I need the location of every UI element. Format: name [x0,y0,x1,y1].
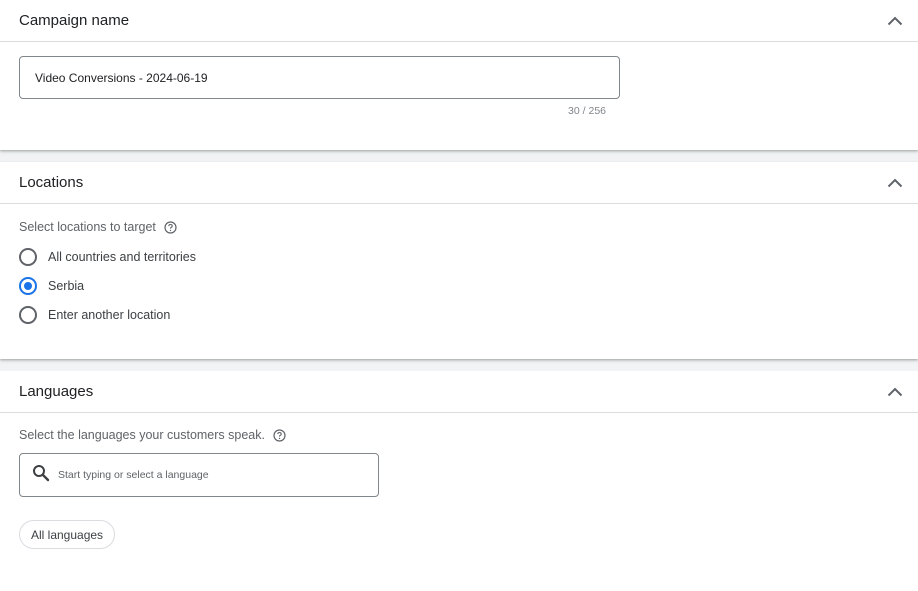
radio-label: Enter another location [48,307,171,322]
languages-header[interactable]: Languages [0,371,918,413]
section-title: Languages [19,383,94,400]
all-languages-chip[interactable]: All languages [19,520,116,549]
locations-section: Locations Select locations to target All… [0,162,918,359]
language-search-input[interactable] [58,469,358,481]
search-icon [32,464,50,487]
location-radio-group: All countries and territories Serbia Ent… [19,242,899,329]
language-search-field[interactable] [19,453,379,497]
radio-button-unchecked[interactable] [19,305,37,324]
languages-subtitle: Select the languages your customers spea… [19,428,899,442]
languages-section: Languages Select the languages your cust… [0,371,918,549]
chevron-up-icon[interactable] [883,171,907,195]
subtitle-text: Select locations to target [19,220,156,234]
campaign-name-header[interactable]: Campaign name [0,0,918,42]
radio-button-checked[interactable] [19,276,37,295]
radio-label: Serbia [48,278,85,293]
radio-another-location[interactable]: Enter another location [19,300,899,329]
campaign-name-section: Campaign name Video Conversions - 2024-0… [0,0,918,150]
radio-button-unchecked[interactable] [19,247,37,266]
chevron-up-icon[interactable] [883,9,907,33]
radio-label: All countries and territories [48,249,196,264]
locations-subtitle: Select locations to target [19,220,899,234]
subtitle-text: Select the languages your customers spea… [19,428,265,442]
locations-header[interactable]: Locations [0,162,918,204]
section-title: Campaign name [19,12,130,29]
section-title: Locations [19,174,84,191]
help-icon[interactable] [164,220,177,234]
campaign-name-value: Video Conversions - 2024-06-19 [35,70,208,85]
chevron-up-icon[interactable] [883,380,907,404]
section-gap [0,150,918,162]
campaign-name-input[interactable]: Video Conversions - 2024-06-19 [19,56,620,99]
help-icon[interactable] [273,428,286,442]
radio-serbia[interactable]: Serbia [19,271,899,300]
radio-all-countries[interactable]: All countries and territories [19,242,899,271]
character-counter: 30 / 256 [568,105,606,117]
section-gap [0,359,918,371]
